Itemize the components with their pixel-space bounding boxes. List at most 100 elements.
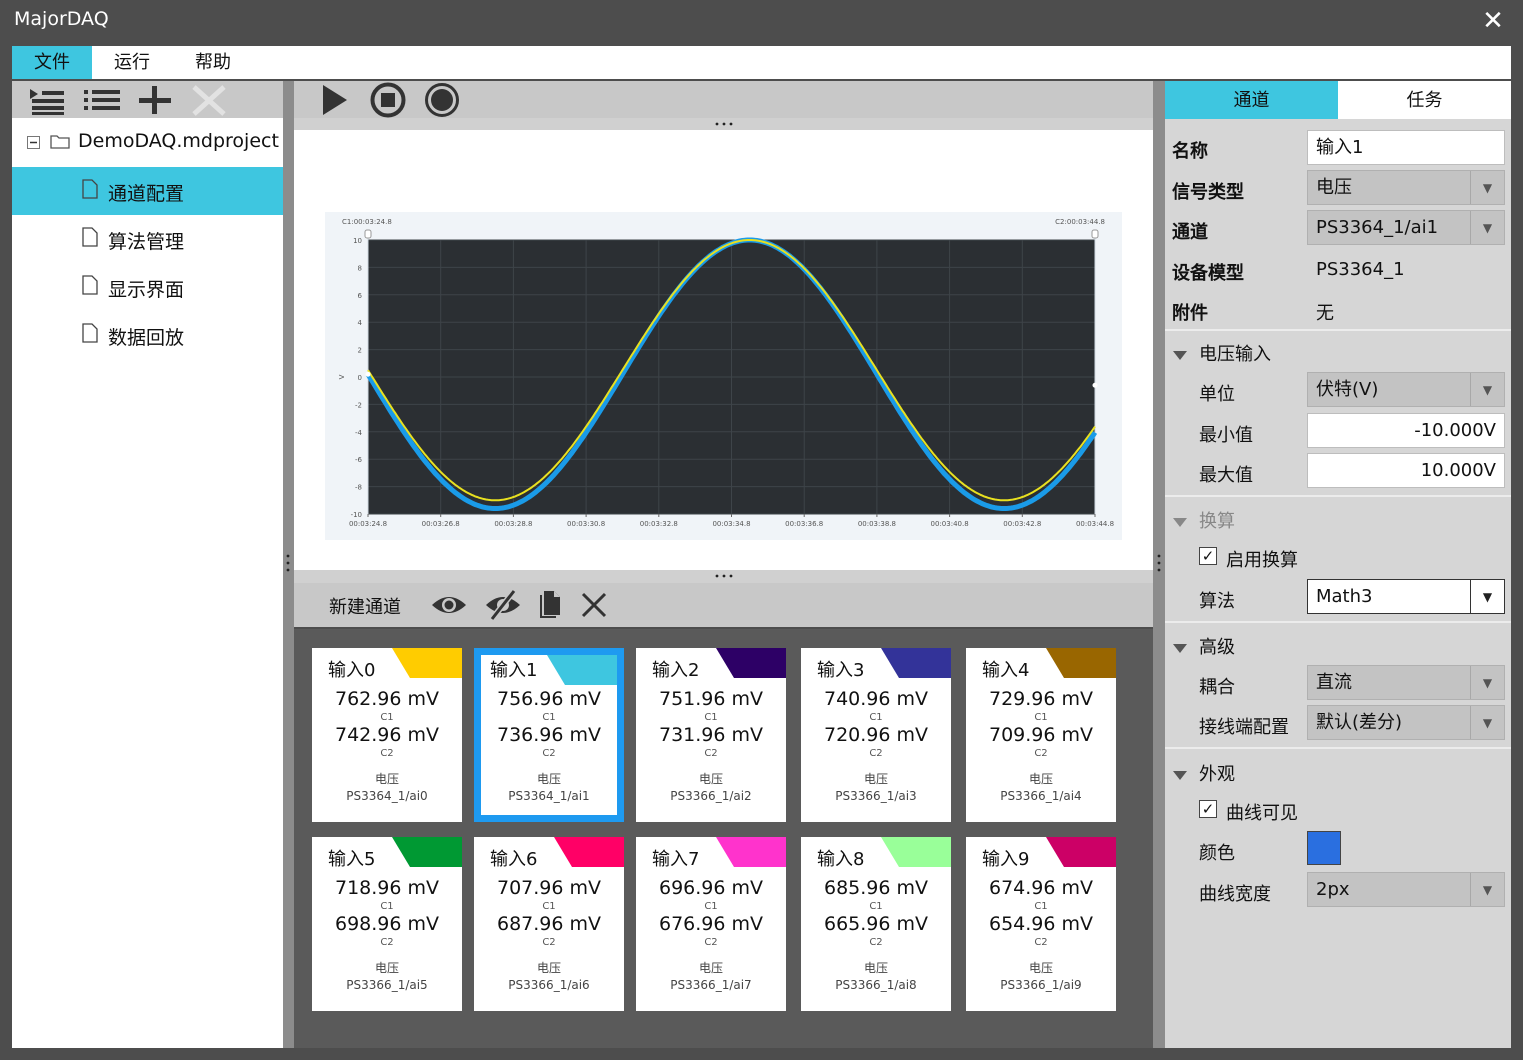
name-input[interactable]: 输入1: [1307, 130, 1505, 165]
channel-device: PS3364_1/ai1: [508, 789, 590, 803]
signal-type-label: 信号类型: [1172, 182, 1244, 203]
delete-icon[interactable]: [190, 84, 228, 116]
cursor-label-c1: C1: [704, 901, 718, 912]
signal-type-value: 电压: [1316, 177, 1352, 198]
appearance-section-header[interactable]: 外观: [1173, 760, 1235, 786]
unit-select[interactable]: 伏特(V) ▼: [1307, 372, 1505, 407]
app-title: MajorDAQ: [14, 8, 109, 30]
tree-item-display[interactable]: 显示界面: [12, 263, 283, 311]
channel-card[interactable]: 输入2 751.96 mV C1 731.96 mV C2 电压 PS3366_1/ai2: [636, 648, 786, 822]
record-icon[interactable]: [424, 82, 460, 118]
channel-value-c1: 696.96 mV: [658, 877, 764, 899]
channel-value-c2: 709.96 mV: [988, 724, 1094, 746]
chart-panel: 10 8 6 4 2 0 -2 -4 -6 -8 -10 00:03:24.8 00:03:26.8 00…: [294, 130, 1153, 570]
channel-select[interactable]: PS3364_1/ai1 ▼: [1307, 210, 1505, 245]
document-icon: [82, 179, 98, 199]
delete-icon[interactable]: [580, 591, 608, 619]
accessory-label: 附件: [1172, 303, 1208, 324]
cursor-c2-handle: [1091, 229, 1099, 239]
dropdown-arrow-icon: ▼: [1470, 211, 1504, 244]
eye-icon[interactable]: [430, 591, 468, 619]
channel-name: 输入3: [817, 660, 865, 681]
eye-slash-icon[interactable]: [484, 589, 522, 621]
menu-file[interactable]: 文件: [12, 46, 92, 79]
chart-splitter-top[interactable]: [294, 118, 1153, 130]
project-name: DemoDAQ.mdproject: [78, 130, 279, 152]
x-tick-label: 00:03:40.8: [931, 520, 969, 528]
enable-convert-checkbox[interactable]: ✓: [1199, 547, 1217, 565]
new-channel-button[interactable]: 新建通道: [329, 593, 401, 619]
channel-signal-type: 电压: [374, 772, 399, 786]
divider: [1165, 621, 1511, 623]
menu-run[interactable]: 运行: [92, 46, 172, 79]
close-button[interactable]: ✕: [1478, 6, 1508, 36]
channel-card[interactable]: 输入9 674.96 mV C1 654.96 mV C2 电压 PS3366_1/ai9: [966, 837, 1116, 1011]
list-icon[interactable]: [82, 85, 122, 115]
collapse-icon[interactable]: [27, 136, 41, 150]
tree-list-icon[interactable]: [26, 85, 66, 115]
y-tick-label: 6: [358, 292, 363, 300]
channel-value-c1: 762.96 mV: [334, 688, 440, 710]
channel-card[interactable]: 输入6 707.96 mV C1 687.96 mV C2 电压 PS3366_1/ai6: [474, 837, 624, 1011]
document-icon: [82, 227, 98, 247]
menu-help[interactable]: 帮助: [172, 46, 254, 79]
min-input[interactable]: -10.000V: [1307, 413, 1505, 448]
x-tick-label: 00:03:26.8: [422, 520, 460, 528]
curve-visible-checkbox[interactable]: ✓: [1199, 800, 1217, 818]
voltage-section-header[interactable]: 电压输入: [1173, 340, 1271, 366]
curve-width-select[interactable]: 2px ▼: [1307, 872, 1505, 907]
waveform-chart[interactable]: 10 8 6 4 2 0 -2 -4 -6 -8 -1000:03:24.8 00:03:26.8 00…: [325, 212, 1122, 540]
channel-card[interactable]: 输入5 718.96 mV C1 698.96 mV C2 电压 PS3366_1/ai5: [312, 837, 462, 1011]
copy-icon[interactable]: [540, 590, 562, 618]
algorithm-value: Math3: [1316, 586, 1373, 607]
dropdown-arrow-icon: ▼: [1470, 580, 1504, 613]
max-input[interactable]: 10.000V: [1307, 453, 1505, 488]
enable-convert-label: 启用换算: [1226, 550, 1298, 571]
splitter-grip-icon: [715, 122, 733, 126]
cursor-label-c2: C2: [380, 937, 394, 948]
tree-item-channel-config[interactable]: 通道配置: [12, 167, 283, 215]
signal-type-select[interactable]: 电压 ▼: [1307, 170, 1505, 205]
channel-card[interactable]: 输入7 696.96 mV C1 676.96 mV C2 电压 PS3366_1/ai7: [636, 837, 786, 1011]
properties-panel: 通道 任务 名称 输入1 信号类型 电压 ▼ 通道 PS3364_1/ai1 ▼…: [1165, 81, 1511, 1048]
channel-card[interactable]: 输入0 762.96 mV C1 742.96 mV C2 电压 PS3364_1/ai0: [312, 648, 462, 822]
terminal-select[interactable]: 默认(差分) ▼: [1307, 705, 1505, 740]
tab-channel[interactable]: 通道: [1165, 81, 1338, 119]
channel-device: PS3366_1/ai6: [508, 978, 590, 992]
channel-card[interactable]: 输入4 729.96 mV C1 709.96 mV C2 电压 PS3366_1/ai4: [966, 648, 1116, 822]
tree-item-playback[interactable]: 数据回放: [12, 311, 283, 359]
channel-card[interactable]: 输入8 685.96 mV C1 665.96 mV C2 电压 PS3366_1/ai8: [801, 837, 951, 1011]
channel-value-c2: 698.96 mV: [334, 913, 440, 935]
channel-name: 输入1: [490, 660, 538, 681]
stop-icon[interactable]: [370, 82, 406, 118]
tree-item-algorithm[interactable]: 算法管理: [12, 215, 283, 263]
cursor-label-c2: C2: [704, 748, 718, 759]
y-axis-label: V: [338, 374, 346, 379]
y-tick-label: 10: [353, 237, 362, 245]
section-title: 外观: [1199, 764, 1235, 785]
tab-task[interactable]: 任务: [1338, 81, 1511, 119]
channel-value-c2: 736.96 mV: [496, 724, 602, 746]
channel-device: PS3366_1/ai5: [346, 978, 428, 992]
splitter-grip-icon: [715, 574, 733, 578]
channel-value-c1: 685.96 mV: [823, 877, 929, 899]
channel-value-c1: 756.96 mV: [496, 688, 602, 710]
add-icon[interactable]: [136, 84, 174, 116]
channel-card[interactable]: 输入1 756.96 mV C1 736.96 mV C2 电压 PS3364_1/ai1: [474, 648, 624, 822]
project-tree: DemoDAQ.mdproject 通道配置 算法管理 显示界面 数据回放: [12, 118, 283, 1048]
channel-device: PS3366_1/ai7: [670, 978, 752, 992]
x-tick-label: 00:03:28.8: [494, 520, 532, 528]
play-icon[interactable]: [320, 83, 350, 117]
chart-splitter-bottom[interactable]: [294, 570, 1153, 583]
channel-device: PS3366_1/ai3: [835, 789, 917, 803]
coupling-select[interactable]: 直流 ▼: [1307, 665, 1505, 700]
color-swatch[interactable]: [1307, 831, 1341, 865]
document-icon: [82, 275, 98, 295]
algorithm-select[interactable]: Math3 ▼: [1307, 579, 1505, 614]
convert-section-header[interactable]: 换算: [1173, 507, 1235, 533]
max-label: 最大值: [1199, 465, 1253, 486]
channel-toolbar: 新建通道: [294, 583, 1153, 627]
advanced-section-header[interactable]: 高级: [1173, 633, 1235, 659]
channel-card[interactable]: 输入3 740.96 mV C1 720.96 mV C2 电压 PS3366_1/ai3: [801, 648, 951, 822]
document-icon: [82, 323, 98, 343]
